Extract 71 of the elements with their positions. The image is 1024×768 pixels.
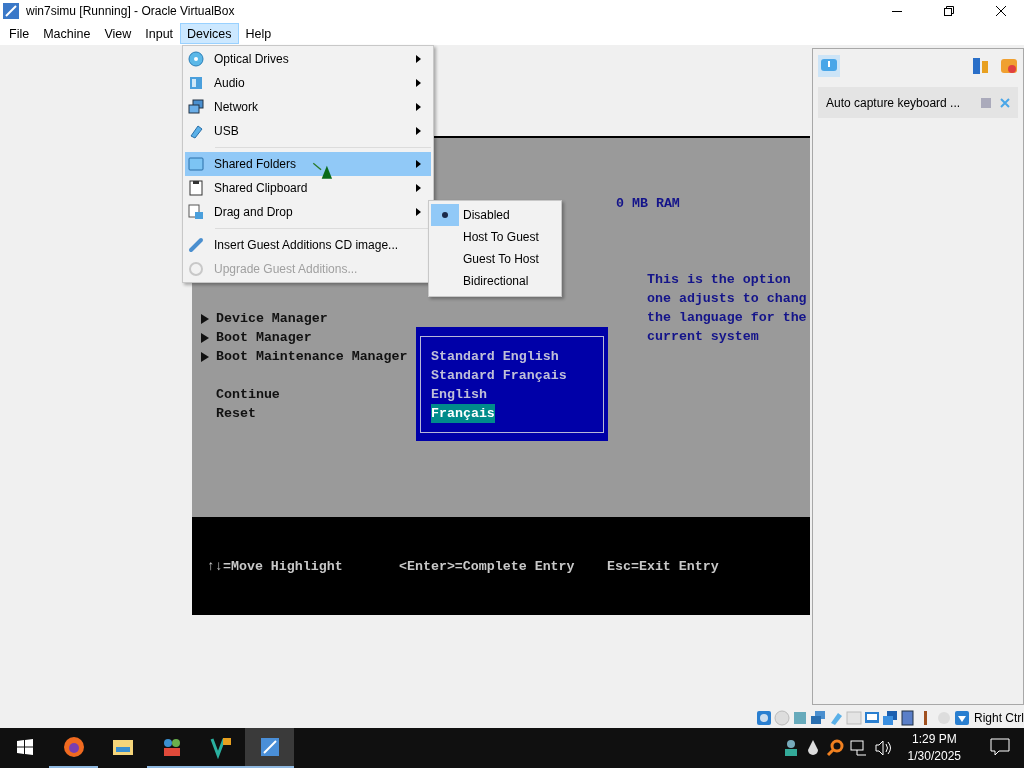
help-text: one adjusts to chang	[647, 290, 808, 308]
key-hint: Esc=Exit Entry	[607, 558, 720, 574]
folder-icon	[188, 156, 204, 172]
speech-bubble-icon	[989, 738, 1010, 756]
radio-dot-icon	[442, 212, 448, 218]
close-icon	[996, 6, 1006, 16]
network-icon[interactable]	[810, 710, 826, 726]
menu-entry[interactable]: Shared Folders	[185, 152, 431, 176]
submenu-arrow-icon	[416, 184, 421, 192]
help-text: current system	[647, 328, 760, 346]
taskbar-app[interactable]	[245, 728, 294, 768]
right-triangle-icon	[200, 332, 210, 343]
tree-cursor-icon	[312, 160, 334, 182]
windows-logo-icon	[16, 739, 33, 755]
right-triangle-icon	[200, 351, 210, 362]
key-hint: ↑↓=Move Highlight	[207, 558, 344, 574]
language-option[interactable]: Français	[431, 404, 495, 423]
document-icon	[188, 204, 204, 220]
monitor-icon[interactable]	[864, 710, 880, 726]
bios-menu-item[interactable]: Device Manager	[216, 311, 328, 326]
disc-icon	[188, 51, 204, 67]
network-icon[interactable]	[849, 739, 868, 757]
submenu-option[interactable]: Guest To Host	[463, 252, 539, 266]
language-option[interactable]: Standard English	[431, 347, 559, 366]
submenu-arrow-icon	[416, 103, 421, 111]
submenu-option[interactable]: Host To Guest	[463, 230, 539, 244]
submenu-arrow-icon	[416, 208, 421, 216]
menu-entry[interactable]: Network	[185, 95, 431, 119]
bios-menu-item[interactable]: Boot Manager	[216, 330, 312, 345]
usb-icon	[188, 123, 204, 139]
key-hint: <Enter>=Complete Entry	[399, 558, 576, 574]
message-icon[interactable]	[818, 55, 840, 77]
submenu-arrow-icon	[416, 160, 421, 168]
menu-entry[interactable]: Drag and Drop	[185, 200, 431, 224]
submenu-arrow-icon	[416, 127, 421, 135]
memory-text: 0 MB RAM	[616, 195, 681, 213]
submenu-option[interactable]: Disabled	[463, 208, 510, 222]
right-triangle-icon	[200, 313, 210, 324]
menu-entry[interactable]: Insert Guest Additions CD image...	[185, 233, 431, 257]
language-option[interactable]: Standard Français	[431, 366, 567, 385]
bios-menu-item[interactable]: Continue	[216, 387, 280, 402]
network-icon	[188, 99, 204, 115]
submenu-arrow-icon	[416, 55, 421, 63]
language-option[interactable]: English	[431, 385, 487, 404]
menu-item[interactable]: View	[97, 23, 139, 44]
restore-icon	[944, 6, 954, 16]
windows-stack-icon[interactable]	[882, 710, 898, 726]
host-key-label: Right Ctrl	[974, 711, 1024, 725]
menu-item[interactable]: Devices	[180, 23, 239, 44]
clock[interactable]: 1:29 PM 1/30/2025	[899, 731, 969, 765]
bios-menu-item[interactable]: Reset	[216, 406, 256, 421]
submenu-option[interactable]: Bidirectional	[463, 274, 529, 288]
menu-entry[interactable]: Shared Clipboard	[185, 176, 431, 200]
menu-item[interactable]: File	[2, 23, 37, 44]
menu-entry[interactable]: Optical Drives	[185, 47, 431, 71]
magnifier-icon[interactable]	[825, 739, 844, 757]
clipboard-icon	[188, 180, 204, 196]
menu-entry[interactable]: USB	[185, 119, 431, 143]
window-title: win7simu [Running] - Oracle VirtualBox	[26, 4, 236, 18]
menu-entry[interactable]: Audio	[185, 71, 431, 95]
menu-item[interactable]: Input	[138, 23, 181, 44]
submenu-arrow-icon	[416, 79, 421, 87]
bios-menu-item[interactable]: Boot Maintenance Manager	[216, 349, 408, 364]
droplet-icon[interactable]	[805, 739, 820, 757]
notification-text: Auto capture keyboard ...	[826, 95, 962, 110]
help-text: the language for the	[647, 309, 808, 327]
help-text: This is the option	[647, 271, 792, 289]
editor-icon	[208, 735, 233, 759]
menu-item[interactable]: Machine	[36, 23, 98, 44]
menu-item[interactable]: Help	[238, 23, 279, 44]
browser-icon	[61, 735, 86, 759]
